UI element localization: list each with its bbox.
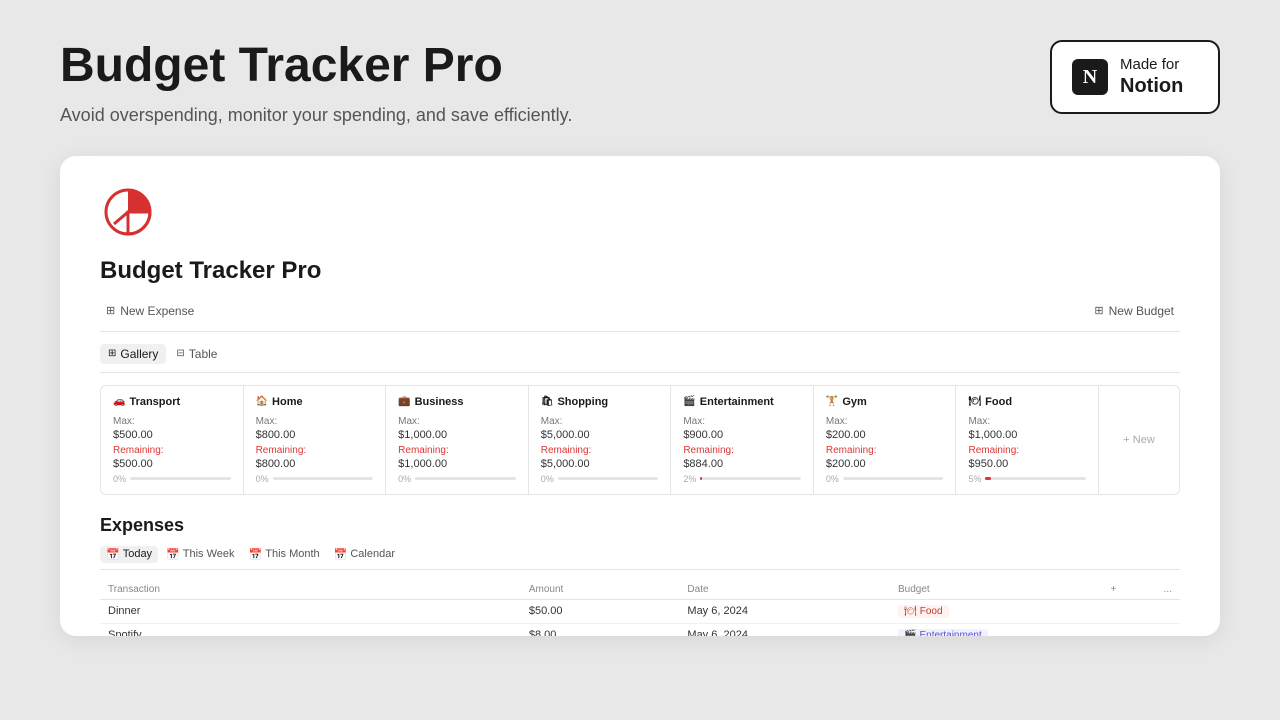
budget-gallery: 🚗 Transport Max: $500.00 Remaining: $500… <box>100 385 1180 495</box>
budget-card-business: 💼 Business Max: $1,000.00 Remaining: $1,… <box>386 386 529 494</box>
title-section: Budget Tracker Pro Avoid overspending, m… <box>60 40 572 126</box>
main-title: Budget Tracker Pro <box>60 40 572 93</box>
budget-card-home: 🏠 Home Max: $800.00 Remaining: $800.00 0… <box>244 386 387 494</box>
new-expense-button[interactable]: ⊞ New Expense <box>100 301 200 321</box>
budget-card-shopping: 🛍 Shopping Max: $5,000.00 Remaining: $5,… <box>529 386 672 494</box>
notion-badge-text: Made for Notion <box>1120 56 1183 98</box>
budget-card-gym: 🏋 Gym Max: $200.00 Remaining: $200.00 0% <box>814 386 957 494</box>
new-expense-icon: ⊞ <box>106 304 115 317</box>
home-icon: 🏠 <box>256 396 268 407</box>
expense-tab-today[interactable]: 📅 Today <box>100 546 158 563</box>
transaction-cell: Dinner <box>100 599 521 623</box>
budget-cell: 🎬 Entertainment <box>890 623 1103 636</box>
budget-card-food: 🍽 Food Max: $1,000.00 Remaining: $950.00… <box>956 386 1099 494</box>
card-page-title: Budget Tracker Pro <box>100 257 1180 285</box>
gallery-tabs-row: ⊞ Gallery ⊟ Table <box>100 344 1180 373</box>
budget-cell: 🍽 Food <box>890 599 1103 623</box>
shopping-icon: 🛍 <box>541 396 554 407</box>
month-icon: 📅 <box>249 548 263 561</box>
expense-tabs-row: 📅 Today 📅 This Week 📅 This Month 📅 Calen… <box>100 546 1180 570</box>
expense-tab-this-month[interactable]: 📅 This Month <box>243 546 326 563</box>
pie-chart-icon <box>100 184 156 240</box>
date-cell: May 6, 2024 <box>679 599 890 623</box>
expense-tab-calendar[interactable]: 📅 Calendar <box>328 546 401 563</box>
col-header-date: Date <box>679 580 890 600</box>
gym-icon: 🏋 <box>826 396 838 407</box>
col-header-add[interactable]: + <box>1103 580 1156 600</box>
col-header-transaction: Transaction <box>100 580 521 600</box>
new-budget-button[interactable]: ⊞ New Budget <box>1088 301 1180 321</box>
entertainment-icon: 🎬 <box>683 396 695 407</box>
transport-icon: 🚗 <box>113 396 125 407</box>
page-icon <box>100 184 1180 245</box>
tab-table[interactable]: ⊟ Table <box>168 344 225 364</box>
table-row: Dinner $50.00 May 6, 2024 🍽 Food <box>100 599 1180 623</box>
new-budget-card-button[interactable]: + New <box>1099 386 1179 494</box>
budget-tag-entertainment: 🎬 Entertainment <box>898 629 988 636</box>
expense-table: Transaction Amount Date Budget + <box>100 580 1180 636</box>
entertainment-tag-icon: 🎬 <box>904 630 916 636</box>
food-icon: 🍽 <box>968 396 981 407</box>
week-icon: 📅 <box>166 548 180 561</box>
action-row: ⊞ New Expense ⊞ New Budget <box>100 301 1180 332</box>
expense-tab-this-week[interactable]: 📅 This Week <box>160 546 240 563</box>
notion-badge: N Made for Notion <box>1050 40 1220 114</box>
budget-card-transport: 🚗 Transport Max: $500.00 Remaining: $500… <box>101 386 244 494</box>
today-icon: 📅 <box>106 548 120 561</box>
expenses-section: Expenses 📅 Today 📅 This Week 📅 This Mont… <box>100 515 1180 636</box>
date-cell: May 6, 2024 <box>679 623 890 636</box>
food-tag-icon: 🍽 <box>904 606 917 617</box>
col-header-budget: Budget <box>890 580 1103 600</box>
expenses-title: Expenses <box>100 515 1180 536</box>
transaction-cell: Spotify <box>100 623 521 636</box>
page-header: Budget Tracker Pro Avoid overspending, m… <box>0 0 1280 146</box>
new-budget-icon: ⊞ <box>1094 304 1103 317</box>
subtitle: Avoid overspending, monitor your spendin… <box>60 105 572 126</box>
calendar-icon: 📅 <box>334 548 348 561</box>
table-row: Spotify $8.00 May 6, 2024 🎬 Entertainmen… <box>100 623 1180 636</box>
notion-label: Notion <box>1120 74 1183 98</box>
budget-tag-food: 🍽 Food <box>898 605 949 618</box>
budget-card-entertainment: 🎬 Entertainment Max: $900.00 Remaining: … <box>671 386 814 494</box>
amount-cell: $50.00 <box>521 599 680 623</box>
business-icon: 💼 <box>398 396 410 407</box>
made-for-label: Made for <box>1120 56 1183 74</box>
main-card: Budget Tracker Pro ⊞ New Expense ⊞ New B… <box>60 156 1220 636</box>
tab-gallery[interactable]: ⊞ Gallery <box>100 344 166 364</box>
gallery-icon: ⊞ <box>108 348 116 359</box>
col-header-more[interactable]: ... <box>1156 580 1180 600</box>
table-icon: ⊟ <box>176 348 184 359</box>
notion-logo-icon: N <box>1072 59 1108 95</box>
col-header-amount: Amount <box>521 580 680 600</box>
amount-cell: $8.00 <box>521 623 680 636</box>
